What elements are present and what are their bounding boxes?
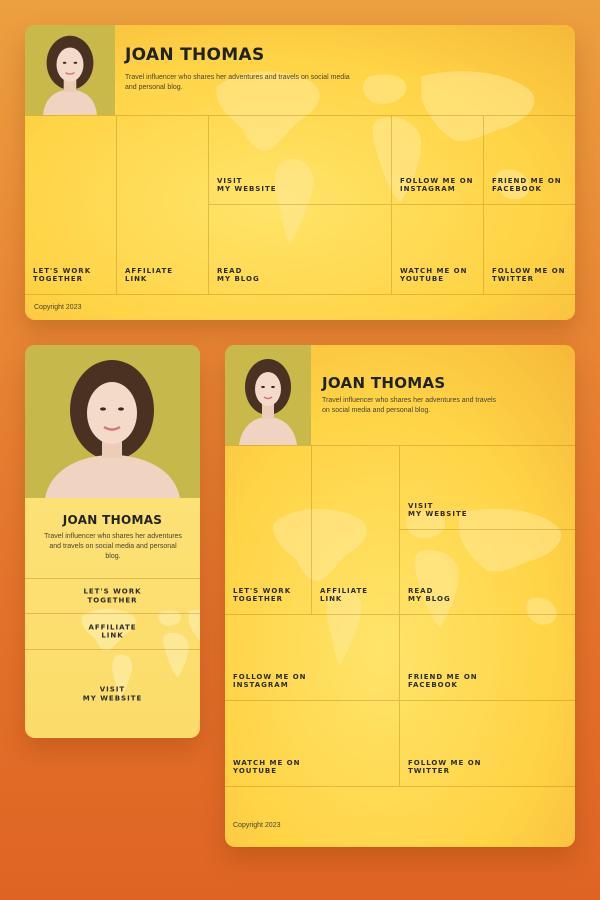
affiliate-link[interactable]: AFFILIATE LINK [117, 115, 209, 295]
link-label: VISIT MY WEBSITE [408, 501, 468, 519]
link-grid: LET'S WORK TOGETHER AFFILIATE LINK VISIT… [25, 115, 575, 295]
profile-name: JOAN THOMAS [322, 374, 446, 392]
link-label: WATCH ME ON YOUTUBE [233, 758, 301, 776]
lets-work-together-link[interactable]: LET'S WORK TOGETHER [225, 445, 312, 615]
mobile-layout-card: JOAN THOMAS Travel influencer who shares… [25, 345, 200, 738]
portrait-image [225, 345, 311, 445]
link-label: READ MY BLOG [408, 586, 451, 604]
portrait-image [25, 345, 200, 498]
copyright-text: Copyright 2023 [233, 822, 281, 829]
lets-work-together-link[interactable]: LET'S WORK TOGETHER [25, 578, 200, 614]
link-label: VISIT MY WEBSITE [217, 176, 277, 194]
twitter-link[interactable]: FOLLOW ME ON TWITTER [484, 205, 575, 295]
link-grid: LET'S WORK TOGETHER AFFILIATE LINK VISIT… [225, 445, 575, 790]
lets-work-together-link[interactable]: LET'S WORK TOGETHER [25, 115, 117, 295]
visit-website-link[interactable]: VISIT MY WEBSITE [400, 445, 575, 530]
profile-photo [225, 345, 311, 445]
link-label: FRIEND ME ON FACEBOOK [492, 176, 562, 194]
link-label: WATCH ME ON YOUTUBE [400, 266, 468, 284]
link-grid: LET'S WORK TOGETHER AFFILIATE LINK VISIT… [25, 578, 200, 738]
link-label: LET'S WORK TOGETHER [83, 587, 142, 604]
twitter-link[interactable]: FOLLOW ME ON TWITTER [400, 701, 575, 787]
profile-name: JOAN THOMAS [125, 45, 265, 65]
desktop-layout-card: JOAN THOMAS Travel influencer who shares… [25, 25, 575, 320]
link-label: AFFILIATE LINK [88, 622, 137, 640]
link-label: AFFILIATE LINK [125, 266, 174, 284]
link-label: FOLLOW ME ON INSTAGRAM [233, 672, 307, 690]
link-label: LET'S WORK TOGETHER [233, 586, 292, 604]
portrait-image [25, 25, 115, 115]
link-label: FOLLOW ME ON INSTAGRAM [400, 176, 474, 194]
link-label: VISIT MY WEBSITE [82, 685, 143, 702]
visit-website-link[interactable]: VISIT MY WEBSITE [209, 115, 392, 205]
affiliate-link[interactable]: AFFILIATE LINK [25, 614, 200, 650]
instagram-link[interactable]: FOLLOW ME ON INSTAGRAM [392, 115, 484, 205]
profile-photo [25, 345, 200, 498]
facebook-link[interactable]: FRIEND ME ON FACEBOOK [400, 615, 575, 701]
link-label: FOLLOW ME ON TWITTER [492, 266, 566, 284]
profile-photo [25, 25, 115, 115]
affiliate-link[interactable]: AFFILIATE LINK [312, 445, 400, 615]
profile-bio: Travel influencer who shares her adventu… [44, 533, 182, 561]
link-label: FOLLOW ME ON TWITTER [408, 758, 482, 776]
link-label: READ MY BLOG [217, 266, 260, 284]
profile-name: JOAN THOMAS [62, 513, 163, 527]
read-blog-link[interactable]: READ MY BLOG [400, 530, 575, 615]
link-label: AFFILIATE LINK [320, 586, 369, 604]
instagram-link[interactable]: FOLLOW ME ON INSTAGRAM [225, 615, 400, 701]
youtube-link[interactable]: WATCH ME ON YOUTUBE [392, 205, 484, 295]
youtube-link[interactable]: WATCH ME ON YOUTUBE [225, 701, 400, 787]
read-blog-link[interactable]: READ MY BLOG [209, 205, 392, 295]
link-label: FRIEND ME ON FACEBOOK [408, 672, 478, 690]
copyright-text: Copyright 2023 [34, 304, 82, 311]
profile-bio: Travel influencer who shares her adventu… [322, 397, 497, 415]
facebook-link[interactable]: FRIEND ME ON FACEBOOK [484, 115, 575, 205]
visit-website-link[interactable]: VISIT MY WEBSITE [25, 650, 200, 738]
tablet-layout-card: JOAN THOMAS Travel influencer who shares… [225, 345, 575, 847]
link-label: LET'S WORK TOGETHER [33, 266, 92, 284]
profile-bio: Travel influencer who shares her adventu… [125, 74, 350, 92]
